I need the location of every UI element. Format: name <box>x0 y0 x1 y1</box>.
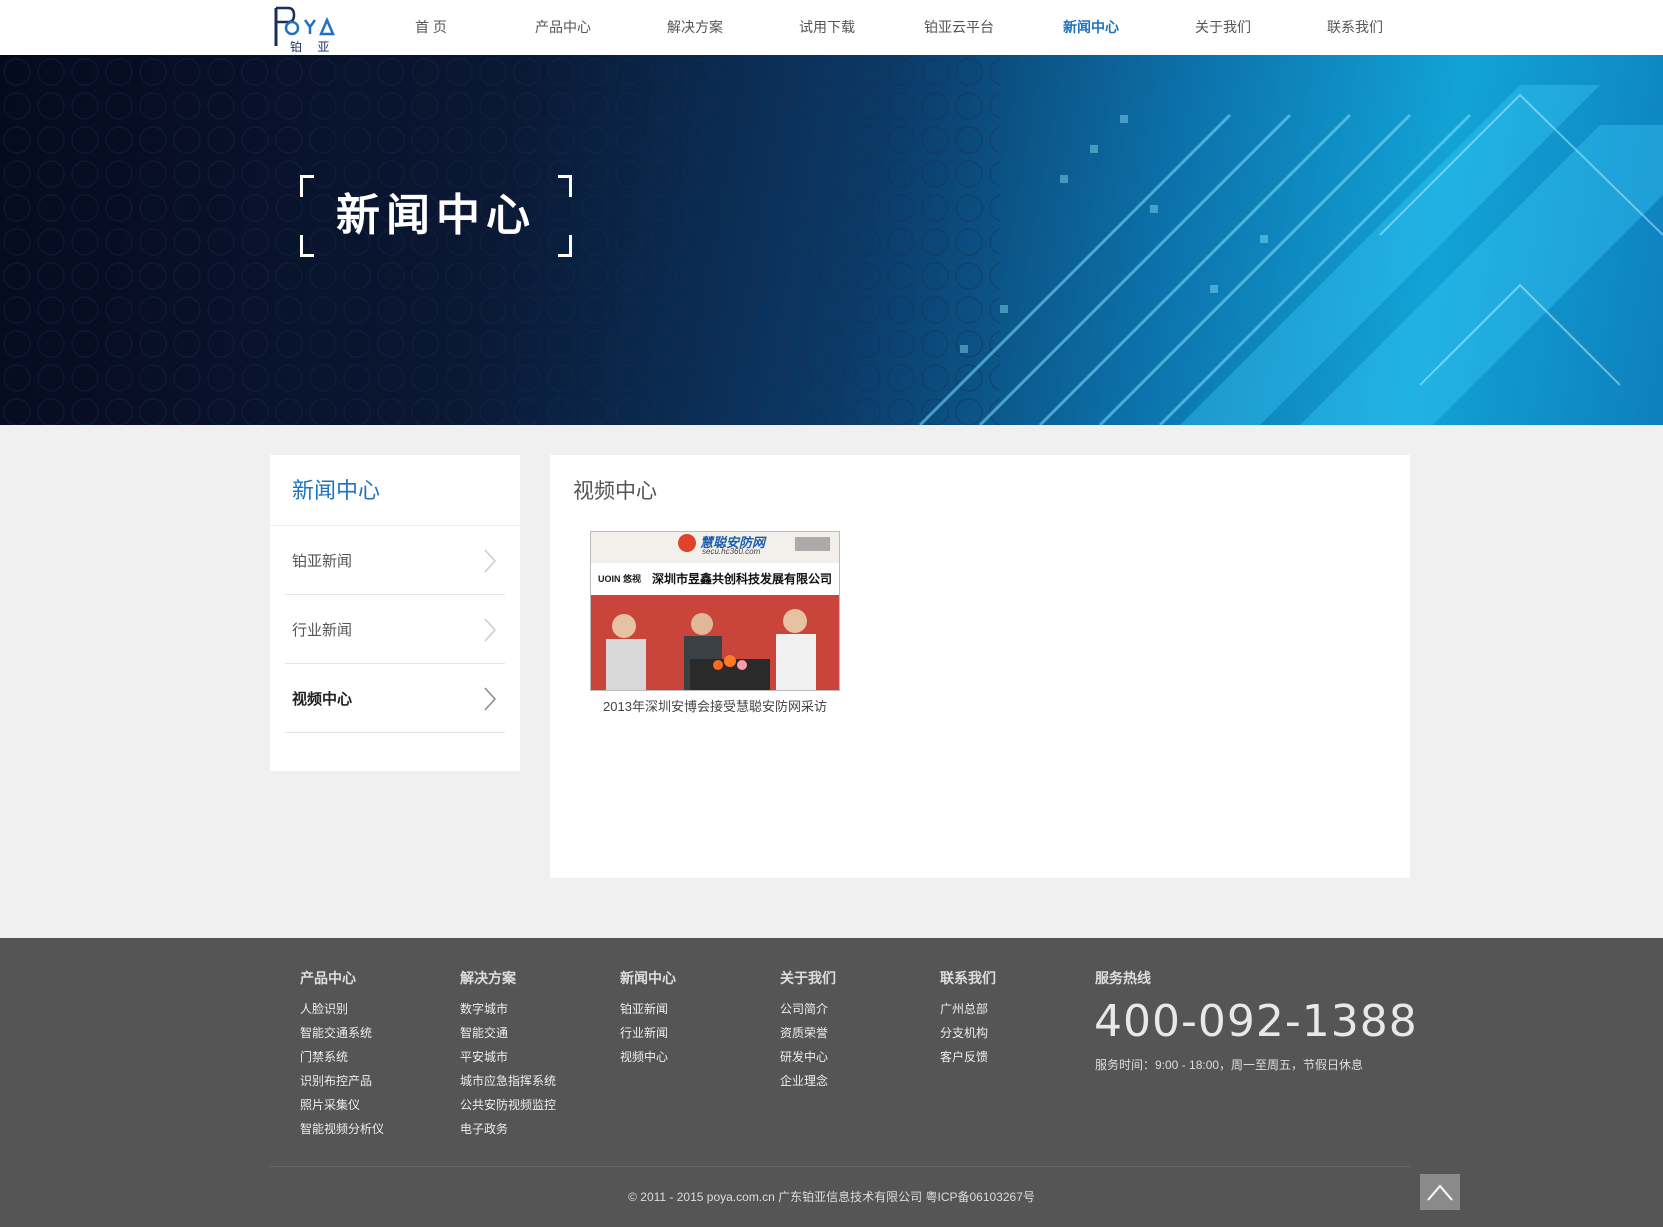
footer-link[interactable]: 人脸识别 <box>300 997 384 1021</box>
footer-col-title: 产品中心 <box>300 970 356 986</box>
sidebar-item-label: 行业新闻 <box>292 622 353 639</box>
sidebar-item-label: 视频中心 <box>292 691 353 708</box>
nav-home[interactable]: 首 页 <box>365 0 497 55</box>
footer-link[interactable]: 数字城市 <box>460 997 556 1021</box>
chevron-right-icon <box>484 549 497 573</box>
chevron-up-icon <box>1427 1184 1453 1201</box>
footer-col-news: 新闻中心 铂亚新闻 行业新闻 视频中心 <box>620 968 676 1069</box>
footer-link[interactable]: 广州总部 <box>940 997 996 1021</box>
video-card[interactable]: 慧聪安防网 secu.hc360.com UOIN 悠视 深圳市昱鑫共创科技发展… <box>590 531 840 715</box>
news-sidebar: 新闻中心 铂亚新闻 行业新闻 视频中心 <box>270 455 520 771</box>
footer-link[interactable]: 公司简介 <box>780 997 836 1021</box>
footer-link[interactable]: 城市应急指挥系统 <box>460 1069 556 1093</box>
video-thumbnail[interactable]: 慧聪安防网 secu.hc360.com UOIN 悠视 深圳市昱鑫共创科技发展… <box>590 531 840 691</box>
sidebar-item-video-center[interactable]: 视频中心 <box>285 664 505 733</box>
footer-link[interactable]: 智能交通 <box>460 1021 556 1045</box>
footer-link[interactable]: 门禁系统 <box>300 1045 384 1069</box>
sidebar-item-industry-news[interactable]: 行业新闻 <box>285 595 505 664</box>
footer-col-title: 新闻中心 <box>620 970 676 986</box>
nav-contact[interactable]: 联系我们 <box>1289 0 1421 55</box>
video-center-panel: 视频中心 慧聪安防网 secu.hc360.com UOIN 悠视 深圳市昱鑫共… <box>550 455 1410 878</box>
footer-link[interactable]: 铂亚新闻 <box>620 997 676 1021</box>
footer-link[interactable]: 客户反馈 <box>940 1045 996 1069</box>
chevron-right-icon <box>484 618 497 642</box>
banner-title: 新闻中心 <box>336 190 536 241</box>
footer-link[interactable]: 电子政务 <box>460 1117 556 1141</box>
page-banner: 新闻中心 <box>0 55 1663 425</box>
footer-link[interactable]: 平安城市 <box>460 1045 556 1069</box>
nav-products[interactable]: 产品中心 <box>497 0 629 55</box>
logo-text: 铂 亚 <box>290 40 336 54</box>
footer-col-title: 联系我们 <box>940 970 996 986</box>
footer-col-about: 关于我们 公司简介 资质荣誉 研发中心 企业理念 <box>780 968 836 1093</box>
footer-link[interactable]: 视频中心 <box>620 1045 676 1069</box>
footer-link[interactable]: 照片采集仪 <box>300 1093 384 1117</box>
footer-link[interactable]: 研发中心 <box>780 1045 836 1069</box>
service-hours: 服务时间：9:00 - 18:00，周一至周五，节假日休息 <box>1095 1058 1364 1072</box>
page-title: 视频中心 <box>573 479 657 503</box>
site-footer: 产品中心 人脸识别 智能交通系统 门禁系统 识别布控产品 照片采集仪 智能视频分… <box>0 938 1663 1227</box>
footer-link[interactable]: 智能视频分析仪 <box>300 1117 384 1141</box>
site-header: 铂 亚 首 页 产品中心 解决方案 试用下载 铂亚云平台 新闻中心 关于我们 联… <box>0 0 1663 55</box>
video-caption[interactable]: 2013年深圳安博会接受慧聪安防网采访 <box>590 696 840 715</box>
footer-col-title: 解决方案 <box>460 970 516 986</box>
thumb-border <box>590 531 840 691</box>
sidebar-item-poya-news[interactable]: 铂亚新闻 <box>285 526 505 595</box>
footer-col-title: 关于我们 <box>780 970 836 986</box>
nav-cloud-platform[interactable]: 铂亚云平台 <box>893 0 1025 55</box>
sidebar-item-label: 铂亚新闻 <box>292 553 353 570</box>
nav-solutions[interactable]: 解决方案 <box>629 0 761 55</box>
poya-logo[interactable]: 铂 亚 <box>272 4 342 54</box>
back-to-top-button[interactable] <box>1420 1174 1460 1210</box>
banner-title-frame: 新闻中心 <box>300 175 572 257</box>
footer-link[interactable]: 分支机构 <box>940 1021 996 1045</box>
footer-link[interactable]: 资质荣誉 <box>780 1021 836 1045</box>
hotline-title: 服务热线 <box>1095 970 1151 986</box>
sidebar-title: 新闻中心 <box>292 479 381 504</box>
footer-divider <box>270 1166 1410 1167</box>
footer-link[interactable]: 公共安防视频监控 <box>460 1093 556 1117</box>
footer-col-products: 产品中心 人脸识别 智能交通系统 门禁系统 识别布控产品 照片采集仪 智能视频分… <box>300 968 384 1141</box>
banner-tech-pattern <box>0 55 1663 425</box>
footer-link[interactable]: 识别布控产品 <box>300 1069 384 1093</box>
chevron-right-icon <box>484 687 497 711</box>
main-nav: 首 页 产品中心 解决方案 试用下载 铂亚云平台 新闻中心 关于我们 联系我们 <box>365 0 1421 55</box>
copyright: © 2011 - 2015 poya.com.cn 广东铂亚信息技术有限公司 粤… <box>628 1190 1035 1204</box>
footer-link[interactable]: 行业新闻 <box>620 1021 676 1045</box>
footer-link[interactable]: 企业理念 <box>780 1069 836 1093</box>
hotline-number: 400-092-1388 <box>1094 996 1418 1047</box>
footer-col-contact: 联系我们 广州总部 分支机构 客户反馈 <box>940 968 996 1069</box>
nav-download[interactable]: 试用下载 <box>761 0 893 55</box>
footer-col-solutions: 解决方案 数字城市 智能交通 平安城市 城市应急指挥系统 公共安防视频监控 电子… <box>460 968 556 1141</box>
nav-news[interactable]: 新闻中心 <box>1025 0 1157 55</box>
nav-about[interactable]: 关于我们 <box>1157 0 1289 55</box>
footer-link[interactable]: 智能交通系统 <box>300 1021 384 1045</box>
